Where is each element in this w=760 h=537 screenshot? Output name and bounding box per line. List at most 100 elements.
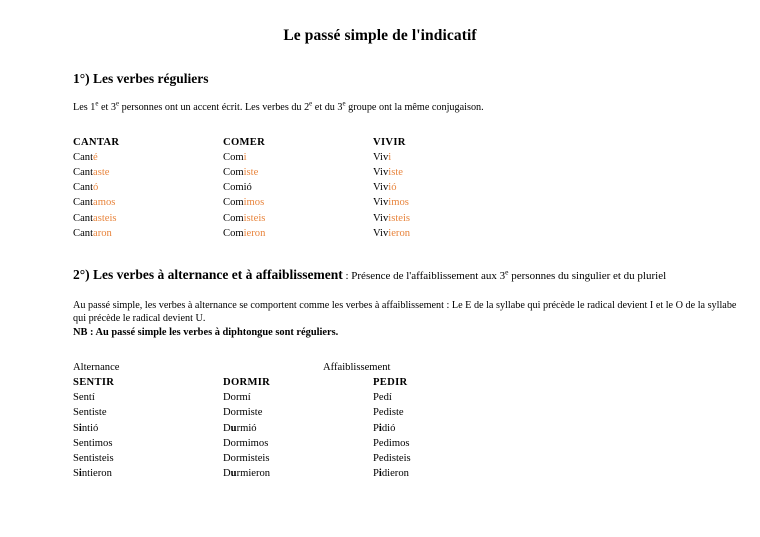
verb-stem: Com xyxy=(223,166,244,178)
section-2-heading-text: 2°) Les verbes à alternance et à affaibl… xyxy=(73,266,343,282)
column-header-pedir: PEDIR xyxy=(373,377,408,389)
verb-stem: Dorm xyxy=(223,452,248,464)
verb-ending: i xyxy=(388,151,392,163)
table-row: Sentisteis Dormisteis Pedisteis xyxy=(73,451,760,466)
verb-ending: dió xyxy=(381,422,396,434)
verb-ending: imos xyxy=(388,197,409,209)
verb-form: Pediste xyxy=(373,405,404,420)
verb-ending: isteis xyxy=(247,452,270,464)
section-2-nb-note: NB : Au passé simple les verbes à diphto… xyxy=(73,327,339,338)
verb-stem: Cant xyxy=(73,182,94,194)
section-1-heading: 1°) Les verbes réguliers xyxy=(0,71,760,87)
verb-form: Comisteis xyxy=(223,211,373,226)
intro-end: groupe ont la même conjugaison. xyxy=(345,102,484,113)
table-row: Sentiste Dormiste Pediste xyxy=(73,405,760,420)
document-page: Le passé simple de l'indicatif 1°) Les v… xyxy=(0,0,760,537)
verb-ending: ieron xyxy=(388,227,411,239)
verb-form: Durmió xyxy=(223,421,373,436)
verb-form: Sentiste xyxy=(73,405,223,420)
verb-form: Vivisteis xyxy=(373,211,410,226)
table-row: Sentimos Dormimos Pedimos xyxy=(73,436,760,451)
table-row: Sintió Durmió Pidió xyxy=(73,421,760,436)
verb-form: Sentí xyxy=(73,390,223,405)
group-label-row: Alternance Affaiblissement xyxy=(73,360,760,375)
table-row: Cantaste Comiste Viviste xyxy=(73,165,760,180)
verb-ending: ntió xyxy=(81,422,99,434)
page-title: Le passé simple de l'indicatif xyxy=(283,27,477,44)
verb-stem: Cant xyxy=(73,212,94,224)
verb-stem: Sent xyxy=(73,392,92,404)
verb-stem: Cant xyxy=(73,151,94,163)
intro-mid-3: et du 3 xyxy=(312,102,343,113)
verb-stem: Com xyxy=(223,227,244,239)
verb-stem: Dorm xyxy=(223,392,248,404)
verb-stem: D xyxy=(223,468,231,480)
verb-form: Cantaste xyxy=(73,165,223,180)
verb-ending: isteis xyxy=(388,452,411,464)
verb-ending: isteis xyxy=(243,212,266,224)
verb-ending: aron xyxy=(93,227,112,239)
section-1-heading-text: 1°) Les verbes réguliers xyxy=(73,71,209,86)
verb-ending: é xyxy=(93,151,98,163)
group-label-affaiblissement: Affaiblissement xyxy=(323,361,391,373)
verb-form: Cantamos xyxy=(73,195,223,210)
verb-stem: Com xyxy=(223,197,244,209)
table-row: Canté Comi Vivi xyxy=(73,150,760,165)
verb-stem: Sent xyxy=(73,407,92,419)
verb-form: Cantó xyxy=(73,180,223,195)
verb-form: Cantaron xyxy=(73,226,223,241)
verb-stem: Ped xyxy=(373,452,389,464)
verb-form: Dormí xyxy=(223,390,373,405)
intro-prefix: Les 1 xyxy=(73,102,96,113)
verb-form: Dormisteis xyxy=(223,451,373,466)
verb-stem: Viv xyxy=(373,227,389,239)
verb-stem: Dorm xyxy=(223,437,248,449)
column-header-comer: COMER xyxy=(223,136,266,148)
intro-mid-2: personnes ont un accent écrit. Les verbe… xyxy=(119,102,310,113)
table-header-row: SENTIR DORMIR PEDIR xyxy=(73,375,760,390)
table-header-row: CANTAR COMER VIVIR xyxy=(73,135,760,150)
verb-form: Canté xyxy=(73,150,223,165)
verb-form: Pidieron xyxy=(373,466,409,481)
verb-stem: Viv xyxy=(373,166,389,178)
verb-form: Durmieron xyxy=(223,466,373,481)
verb-ending: imos xyxy=(388,437,410,449)
verb-ending: iste xyxy=(91,407,107,419)
section-2-heading: 2°) Les verbes à alternance et à affaibl… xyxy=(0,267,760,283)
section-1-intro: Les 1e et 3e personnes ont un accent écr… xyxy=(0,101,760,115)
verb-ending: i xyxy=(243,151,247,163)
verb-ending: dieron xyxy=(381,468,409,480)
verb-ending: ó xyxy=(93,182,99,194)
verb-stem: Sent xyxy=(73,437,92,449)
verb-form: Sentimos xyxy=(73,436,223,451)
verb-stem: Viv xyxy=(373,197,389,209)
table-row: Sintieron Durmieron Pidieron xyxy=(73,466,760,481)
verb-form: Comieron xyxy=(223,226,373,241)
verb-stem: Comió xyxy=(223,182,252,194)
verb-form: Viviste xyxy=(373,165,403,180)
verb-ending: í xyxy=(388,392,392,404)
heading-tail-prefix: : Présence de l'affaiblissement aux 3 xyxy=(342,269,506,282)
verb-stem: Viv xyxy=(373,182,389,194)
verb-ending: iste xyxy=(388,407,404,419)
verb-form: Vivieron xyxy=(373,226,410,241)
verb-stem: Ped xyxy=(373,407,389,419)
verb-ending: ió xyxy=(388,182,397,194)
verb-ending: amos xyxy=(93,197,116,209)
table-row: Cantasteis Comisteis Vivisteis xyxy=(73,211,760,226)
table-row: Sentí Dormí Pedí xyxy=(73,390,760,405)
verb-stem: Dorm xyxy=(223,407,248,419)
verb-form: Vivimos xyxy=(373,195,409,210)
table-row: Cantó Comió Vivió xyxy=(73,180,760,195)
verb-ending: asteis xyxy=(93,212,117,224)
verb-stem: Com xyxy=(223,212,244,224)
column-header-sentir: SENTIR xyxy=(73,377,115,389)
verb-form: Comiste xyxy=(223,165,373,180)
verb-ending: imos xyxy=(91,437,113,449)
verb-form: Dormimos xyxy=(223,436,373,451)
alternance-verbs-table: Alternance Affaiblissement SENTIR DORMIR PED… xyxy=(0,360,760,482)
verb-ending: ntieron xyxy=(81,468,112,480)
